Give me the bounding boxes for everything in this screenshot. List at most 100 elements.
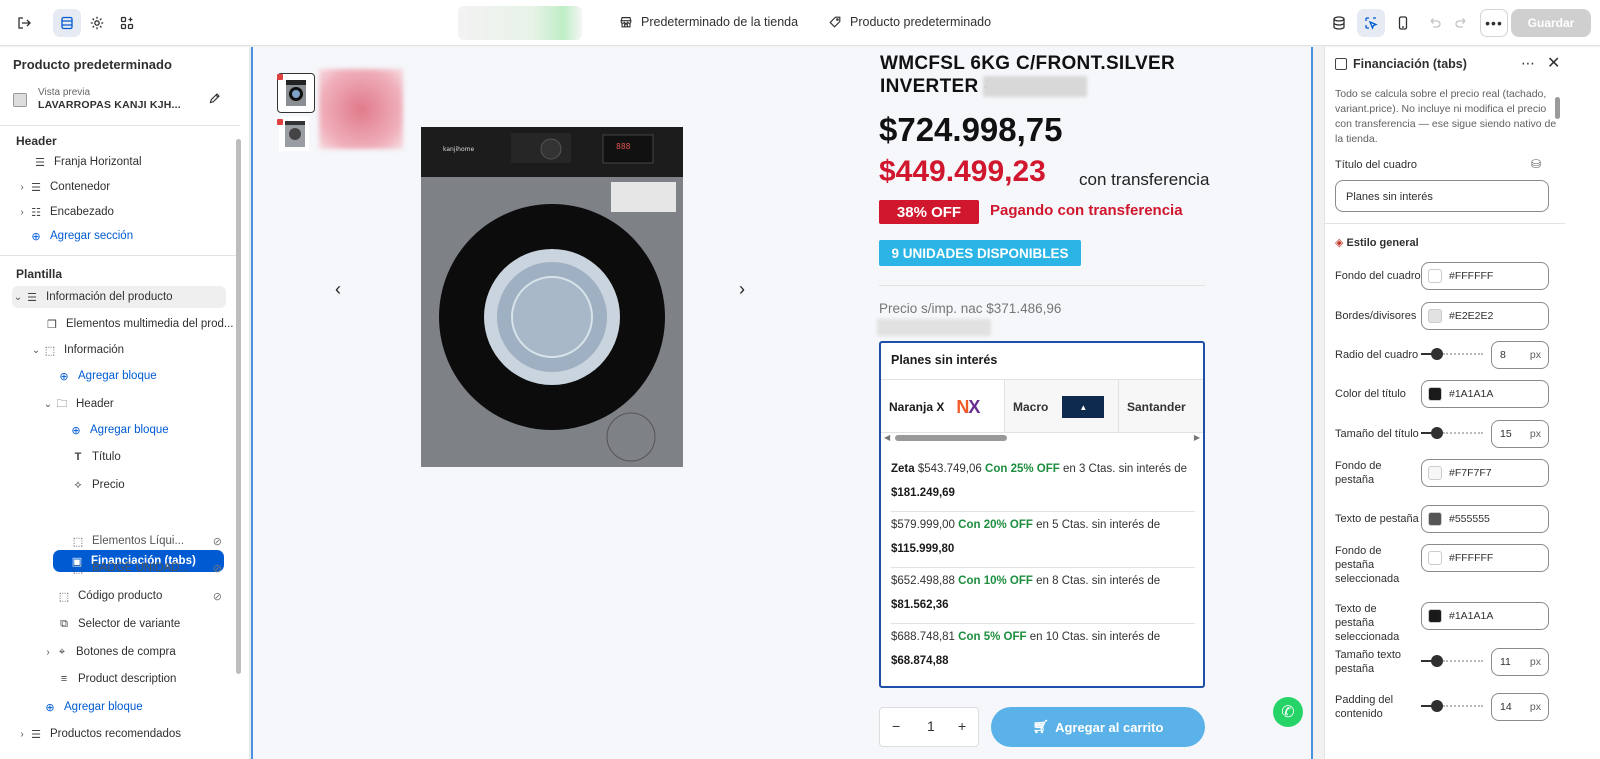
dynamic-source-icon[interactable]: ⛁ (1531, 157, 1541, 171)
quantity-stepper: − 1 + (879, 707, 979, 747)
tab-text-size-input[interactable]: 11 px (1491, 648, 1549, 676)
tab-text-color-input[interactable]: #555555 (1421, 505, 1549, 533)
tab-bg-color-input[interactable]: #F7F7F7 (1421, 459, 1549, 487)
chevron-right-icon[interactable]: › (16, 729, 28, 740)
palette-icon: ◈ (1335, 237, 1344, 249)
block-variant[interactable]: ⧉ Selector de variante (56, 613, 180, 635)
discount-badge: 38% OFF (879, 200, 979, 224)
add-block-button[interactable]: ⊕ Agregar bloque (42, 696, 143, 718)
title-size-input[interactable]: 15 px (1491, 420, 1549, 448)
section-encabezado[interactable]: › ☷ Encabezado (16, 201, 114, 223)
left-sidebar: Producto predeterminado Vista previa LAV… (0, 47, 250, 759)
tab-sel-text-color-input[interactable]: #1A1A1A (1421, 602, 1549, 630)
section-contenedor[interactable]: › ☰ Contenedor (16, 176, 110, 198)
padding-input[interactable]: 14 px (1491, 693, 1549, 721)
scrollbar[interactable] (236, 139, 241, 674)
add-block-button[interactable]: ⊕ Agregar bloque (68, 419, 168, 441)
database-button[interactable] (1325, 9, 1353, 37)
tab-text-size-slider[interactable] (1421, 655, 1485, 667)
bg-color-input[interactable]: #FFFFFF (1421, 262, 1549, 290)
color-swatch[interactable] (1428, 309, 1442, 323)
decrease-button[interactable]: − (892, 718, 900, 734)
theme-settings-button[interactable] (83, 9, 111, 37)
block-precio[interactable]: ⟡ Precio (70, 474, 124, 496)
transfer-price: $449.499,23 (879, 155, 1046, 188)
exit-button[interactable] (10, 9, 38, 37)
add-block-button[interactable]: ⊕ Agregar bloque (56, 365, 156, 387)
block-buy-buttons[interactable]: › ⌖ Botones de compra (42, 641, 175, 663)
eye-off-icon[interactable]: ⊘ (213, 535, 222, 548)
add-to-cart-button[interactable]: 🛒︎ Agregar al carrito (991, 707, 1205, 747)
title-size-slider[interactable] (1421, 427, 1485, 439)
tab-santander[interactable]: Santander (1119, 380, 1203, 432)
tab-macro[interactable]: Macro ▲ (1005, 380, 1119, 432)
chevron-down-icon[interactable]: ⌄ (30, 345, 42, 356)
plan-price: $543.749,06 (917, 463, 982, 475)
title-size-label: Tamaño del título (1335, 428, 1419, 440)
block-informacion[interactable]: ⌄ ⬚ Información (30, 339, 124, 361)
color-swatch[interactable] (1428, 269, 1442, 283)
save-button[interactable]: Guardar (1511, 9, 1591, 37)
mobile-view-button[interactable] (1389, 9, 1417, 37)
redo-button[interactable] (1448, 9, 1476, 37)
product-default-selector[interactable]: Producto predeterminado (828, 15, 991, 29)
section-recommended[interactable]: › ☰ Productos recomendados (16, 723, 181, 745)
quantity-value[interactable]: 1 (927, 718, 935, 734)
tabs-scrollbar[interactable]: ◀ ▶ (881, 433, 1203, 443)
eye-off-icon[interactable]: ⊘ (213, 590, 222, 603)
add-block-label: Agregar bloque (64, 701, 143, 713)
preview-selector[interactable]: Vista previa LAVARROPAS KANJI KJH... (13, 87, 238, 115)
radius-slider[interactable] (1421, 348, 1485, 360)
box-title-input[interactable]: Planes sin interés (1335, 180, 1549, 212)
pencil-icon[interactable] (208, 92, 221, 105)
tab-sel-bg-color-input[interactable]: #FFFFFF (1421, 544, 1549, 572)
gallery-next-arrow[interactable]: › (739, 279, 745, 300)
block-header-group[interactable]: ⌄ 🗀 Header (42, 393, 114, 415)
gallery-prev-arrow[interactable]: ‹ (335, 279, 341, 300)
scrollbar[interactable] (1555, 97, 1560, 119)
increase-button[interactable]: + (958, 718, 966, 734)
scroll-thumb[interactable] (895, 435, 1007, 441)
close-icon[interactable]: ✕ (1547, 53, 1560, 73)
sections-button[interactable] (53, 9, 81, 37)
more-options-icon[interactable]: ⋯ (1521, 55, 1535, 72)
tab-naranja-x[interactable]: Naranja X NX (881, 380, 1005, 432)
block-codigo[interactable]: ⬚ Código producto ⊘ (56, 585, 222, 607)
color-swatch[interactable] (1428, 551, 1442, 565)
title-color-input[interactable]: #1A1A1A (1421, 380, 1549, 408)
inspector-button[interactable] (1357, 9, 1385, 37)
tab-text-label: Texto de pestaña (1335, 513, 1419, 525)
color-swatch[interactable] (1428, 609, 1442, 623)
chevron-right-icon[interactable]: › (16, 182, 28, 193)
apps-button[interactable] (113, 9, 141, 37)
block-titulo[interactable]: T Título (70, 446, 121, 468)
chevron-down-icon[interactable]: ⌄ (42, 399, 54, 410)
radius-input[interactable]: 8 px (1491, 341, 1549, 369)
padding-label: Padding del contenido (1335, 694, 1394, 720)
more-actions-button[interactable]: ••• (1480, 9, 1508, 37)
chevron-right-icon[interactable]: › (42, 647, 54, 658)
section-product-info[interactable]: ⌄ ☰ Información del producto (12, 286, 226, 308)
chevron-right-icon[interactable]: › (16, 207, 28, 218)
whatsapp-icon[interactable]: ✆ (1273, 697, 1303, 727)
section-label: Franja Horizontal (54, 156, 142, 168)
block-badge[interactable]: ⬚ BADGE UNIDAD... ⊘ (70, 557, 222, 579)
thumbnail-2[interactable] (279, 117, 309, 151)
padding-slider[interactable] (1421, 700, 1485, 712)
chevron-down-icon[interactable]: ⌄ (12, 292, 24, 303)
color-swatch[interactable] (1428, 387, 1442, 401)
scroll-left-icon[interactable]: ◀ (884, 433, 890, 442)
section-franja-horizontal[interactable]: ☰ Franja Horizontal (20, 151, 142, 173)
block-description[interactable]: ≡ Product description (56, 668, 177, 690)
scroll-right-icon[interactable]: ▶ (1194, 433, 1200, 442)
store-default-selector[interactable]: Predeterminado de la tienda (619, 15, 798, 29)
border-color-input[interactable]: #E2E2E2 (1421, 302, 1549, 330)
block-liquid[interactable]: ⬚ Elementos Líqui... ⊘ (70, 530, 222, 552)
add-section-button[interactable]: ⊕ Agregar sección (28, 225, 133, 247)
color-swatch[interactable] (1428, 512, 1442, 526)
color-swatch[interactable] (1428, 466, 1442, 480)
undo-button[interactable] (1420, 9, 1448, 37)
thumbnail-badge (277, 119, 283, 125)
block-media[interactable]: ❐ Elementos multimedia del prod... (44, 313, 233, 335)
eye-off-icon[interactable]: ⊘ (213, 562, 222, 575)
